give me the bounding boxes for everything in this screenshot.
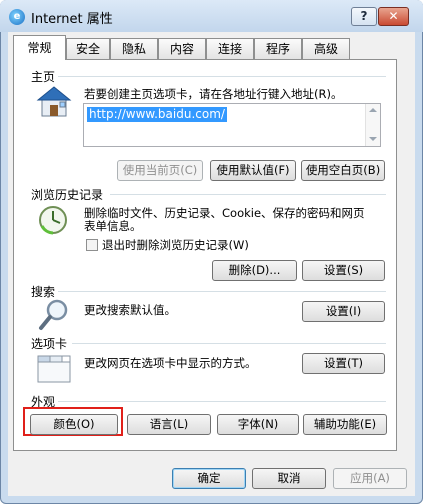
home-page-heading: 主页 — [31, 70, 56, 84]
tabs-section-heading: 选项卡 — [31, 337, 68, 351]
help-button[interactable]: ? — [351, 7, 377, 26]
search-settings-button[interactable]: 设置(I) — [302, 301, 385, 322]
divider — [58, 401, 386, 402]
magnifier-icon — [38, 298, 70, 332]
use-default-button[interactable]: 使用默认值(F) — [210, 160, 296, 181]
tab-programs[interactable]: 程序 — [254, 38, 302, 59]
search-description: 更改搜索默认值。 — [84, 303, 176, 317]
fonts-button[interactable]: 字体(N) — [217, 414, 299, 435]
colors-button[interactable]: 颜色(O) — [30, 414, 118, 435]
use-blank-button[interactable]: 使用空白页(B) — [301, 160, 385, 181]
delete-history-on-exit-label[interactable]: 退出时删除浏览历史记录(W) — [102, 238, 249, 252]
tab-connections[interactable]: 连接 — [206, 38, 254, 59]
tab-privacy[interactable]: 隐私 — [110, 38, 158, 59]
home-page-url-text: http://www.baidu.com/ — [87, 107, 227, 122]
divider — [110, 194, 386, 195]
history-clock-icon — [37, 204, 71, 236]
divider — [58, 76, 386, 77]
history-description-line1: 删除临时文件、历史记录、Cookie、保存的密码和网页 — [84, 206, 365, 220]
cancel-button[interactable]: 取消 — [252, 468, 326, 489]
history-settings-button[interactable]: 设置(S) — [302, 260, 385, 281]
home-page-url-field[interactable]: http://www.baidu.com/ — [83, 103, 381, 147]
tab-advanced[interactable]: 高级 — [302, 38, 350, 59]
internet-explorer-icon: e — [9, 9, 25, 25]
divider — [72, 343, 386, 344]
home-page-description: 若要创建主页选项卡，请在各地址行键入地址(R)。 — [84, 87, 343, 101]
languages-button[interactable]: 语言(L) — [127, 414, 211, 435]
window-title: Internet 属性 — [31, 12, 113, 27]
scroll-up-icon[interactable] — [369, 108, 377, 112]
tabs-description: 更改网页在选项卡中显示的方式。 — [84, 356, 257, 370]
use-current-page-button[interactable]: 使用当前页(C) — [117, 160, 203, 181]
delete-history-on-exit-checkbox[interactable] — [86, 239, 98, 251]
tab-content[interactable]: 内容 — [158, 38, 206, 59]
url-field-scrollbar[interactable] — [365, 104, 380, 146]
apply-button[interactable]: 应用(A) — [333, 468, 407, 489]
close-button[interactable]: ✕ — [378, 7, 409, 26]
divider — [58, 291, 386, 292]
accessibility-button[interactable]: 辅助功能(E) — [303, 414, 387, 435]
scroll-down-icon[interactable] — [369, 137, 377, 141]
delete-history-button[interactable]: 删除(D)... — [212, 260, 297, 281]
browsing-history-heading: 浏览历史记录 — [31, 188, 104, 202]
tab-general[interactable]: 常规 — [13, 35, 66, 60]
history-description-line2: 表单信息。 — [84, 219, 142, 233]
tabs-settings-button[interactable]: 设置(T) — [302, 353, 385, 374]
ok-button[interactable]: 确定 — [172, 468, 246, 489]
tabbed-window-icon — [37, 352, 71, 384]
house-icon — [36, 84, 72, 118]
tab-security[interactable]: 安全 — [66, 38, 110, 59]
